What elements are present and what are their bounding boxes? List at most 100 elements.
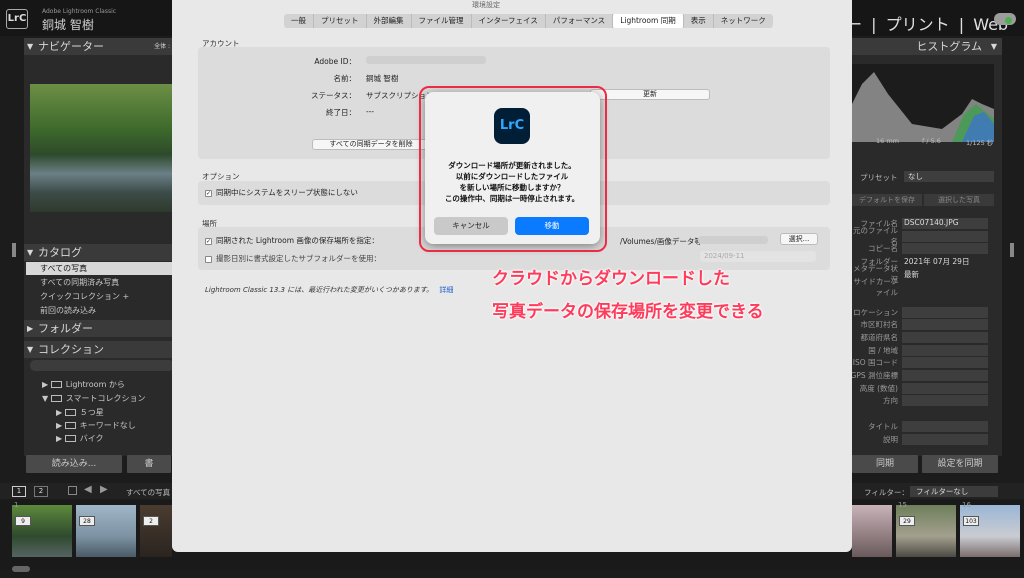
metadata-label: 高度 (数値) — [859, 383, 898, 393]
thumb-index: 1 — [14, 501, 19, 509]
filmstrip-source[interactable]: すべての写真 — [126, 487, 170, 498]
specify-location-checkbox[interactable]: ✓ 同期された Lightroom 画像の保存場所を指定： — [205, 235, 379, 246]
collection-set-icon — [50, 381, 62, 388]
tab-presets[interactable]: プリセット — [314, 14, 367, 28]
tab-file-handling[interactable]: ファイル管理 — [412, 14, 472, 28]
subfolder-checkbox[interactable]: 撮影日別に書式設定したサブフォルダーを使用： — [205, 253, 381, 264]
tab-lightroom-sync[interactable]: Lightroom 同期 — [613, 14, 684, 28]
metadata-label: 説明 — [883, 434, 898, 444]
end-date-value: --- — [366, 107, 375, 116]
metadata-label: タイトル — [868, 421, 898, 431]
metadata-value[interactable] — [902, 395, 988, 407]
filmstrip-thumbnail[interactable]: 28 — [76, 505, 136, 557]
collection-label: Lightroom から — [65, 380, 125, 389]
catalog-item-previous-import[interactable]: 前回の読み込み — [26, 304, 176, 317]
metadata-value[interactable] — [902, 370, 988, 382]
filmstrip-thumbnail[interactable] — [852, 505, 892, 557]
back-arrow-icon[interactable]: ◀ — [84, 484, 92, 495]
filmstrip-thumbnail[interactable]: 2 — [140, 505, 172, 557]
selected-photos-button[interactable]: 選択した写真 — [924, 194, 994, 206]
metadata-value[interactable] — [902, 306, 988, 318]
tab-general[interactable]: 一般 — [284, 14, 314, 28]
metadata-label: サイドカーファイル — [853, 276, 898, 297]
cloud-sync-icon[interactable] — [994, 13, 1016, 25]
metadata-list: ファイル名 DSC07140.JPG 元のファイル名 コピー名 フォルダー 2021… — [848, 217, 998, 445]
import-button[interactable]: 読み込み... — [26, 455, 122, 473]
details-link[interactable]: 詳細 — [439, 286, 453, 294]
collection-title: コレクション — [38, 343, 104, 356]
metadata-value[interactable] — [902, 420, 988, 432]
specify-location-label: 同期された Lightroom 画像の保存場所を指定： — [216, 236, 379, 245]
metadata-value[interactable] — [902, 382, 988, 394]
sync-button[interactable]: 同期 — [852, 455, 918, 473]
subfolder-format-select[interactable]: 2024/09-11 — [700, 251, 816, 262]
save-default-button[interactable]: デフォルトを保存 — [852, 194, 922, 206]
filmstrip-thumbnail[interactable]: 19 — [12, 501, 72, 557]
metadata-value[interactable] — [902, 230, 988, 242]
metadata-row: ISO 国コード — [848, 357, 998, 370]
collection-label: バイク — [79, 434, 104, 443]
tab-interface[interactable]: インターフェイス — [472, 14, 546, 28]
metadata-value[interactable] — [902, 332, 988, 344]
module-print[interactable]: プリント — [886, 15, 950, 34]
catalog-item-all-photos[interactable]: すべての写真 — [26, 262, 176, 275]
collection-item[interactable]: ▼ スマートコレクション — [42, 393, 145, 404]
tab-display[interactable]: 表示 — [684, 14, 714, 28]
tab-performance[interactable]: パフォーマンス — [546, 14, 614, 28]
catalog-header[interactable]: ▼ カタログ — [24, 244, 178, 261]
metadata-value[interactable] — [902, 357, 988, 369]
grid-icon[interactable] — [68, 486, 77, 495]
filter-select[interactable]: フィルターなし — [910, 486, 998, 497]
navigator-zoom-options[interactable]: 全体 : — [154, 38, 170, 55]
filter-label: フィルター： — [864, 488, 909, 497]
collection-item[interactable]: ▶ Lightroom から — [42, 379, 125, 390]
navigator-preview-image[interactable] — [30, 84, 172, 212]
catalog-item-synced[interactable]: すべての同期済み写真 — [26, 276, 176, 289]
choose-location-button[interactable]: 選択... — [780, 233, 818, 245]
catalog-item-quick-collection[interactable]: クイックコレクション + — [26, 290, 176, 303]
histogram-header[interactable]: ヒストグラム ▼ — [848, 38, 1002, 55]
thumb-index: 15 — [898, 501, 907, 509]
filmstrip-thumbnail[interactable]: 15 29 — [896, 501, 956, 557]
collection-search-field[interactable] — [30, 360, 174, 371]
update-button[interactable]: 更新 — [590, 89, 710, 100]
export-button[interactable]: 書 — [127, 455, 171, 473]
collection-item[interactable]: ▶ ５つ星 — [56, 407, 104, 418]
folder-header[interactable]: ▶ フォルダー — [24, 320, 178, 337]
module-picker: ー | プリント | Web — [846, 11, 1012, 35]
metadata-value[interactable] — [902, 319, 988, 331]
metadata-value[interactable] — [902, 344, 988, 356]
stack-count-badge: 103 — [963, 516, 979, 526]
aperture: f / 5.6 — [922, 137, 941, 145]
shutter-speed: 1/125 秒 — [966, 139, 994, 147]
metadata-label: コピー名 — [868, 244, 898, 254]
no-sleep-checkbox[interactable]: ✓ 同期中にシステムをスリープ状態にしない — [205, 187, 358, 198]
navigator-header[interactable]: ▼ ナビゲーター 全体 : — [24, 38, 178, 55]
metadata-value[interactable] — [902, 433, 988, 445]
metadata-label: GPS 測位座標 — [850, 371, 898, 381]
right-panel-toggle-icon[interactable] — [1010, 243, 1014, 257]
filmstrip-scrollbar[interactable] — [12, 566, 30, 572]
tab-network[interactable]: ネットワーク — [714, 14, 773, 28]
second-window-button[interactable]: 2 — [34, 486, 48, 497]
collection-item[interactable]: ▶ バイク — [56, 433, 104, 444]
sync-settings-button[interactable]: 設定を同期 — [922, 455, 998, 473]
navigator-title: ナビゲーター — [38, 40, 104, 53]
annotation-line-1: クラウドからダウンロードした — [492, 269, 730, 289]
metadata-value[interactable]: DSC07140.JPG — [902, 217, 988, 229]
delete-sync-data-button[interactable]: すべての同期データを削除 — [312, 139, 430, 150]
left-panel-toggle-icon[interactable] — [12, 243, 16, 257]
collection-set-icon — [50, 395, 62, 402]
tab-external-editing[interactable]: 外部編集 — [367, 14, 412, 28]
collection-header[interactable]: ▼ コレクション — [24, 341, 178, 358]
collection-item[interactable]: ▶ キーワードなし — [56, 420, 136, 431]
main-window-button[interactable]: 1 — [12, 486, 26, 497]
forward-arrow-icon[interactable]: ▶ — [100, 484, 108, 495]
preset-select[interactable]: なし — [904, 171, 994, 182]
filmstrip-thumbnail[interactable]: 16 103 — [960, 501, 1020, 557]
module-separator: | — [958, 15, 965, 34]
metadata-label: 都道府県名 — [860, 333, 899, 343]
histogram-graph[interactable] — [852, 64, 994, 142]
metadata-value[interactable] — [902, 243, 988, 255]
subfolder-label: 撮影日別に書式設定したサブフォルダーを使用： — [216, 254, 381, 263]
